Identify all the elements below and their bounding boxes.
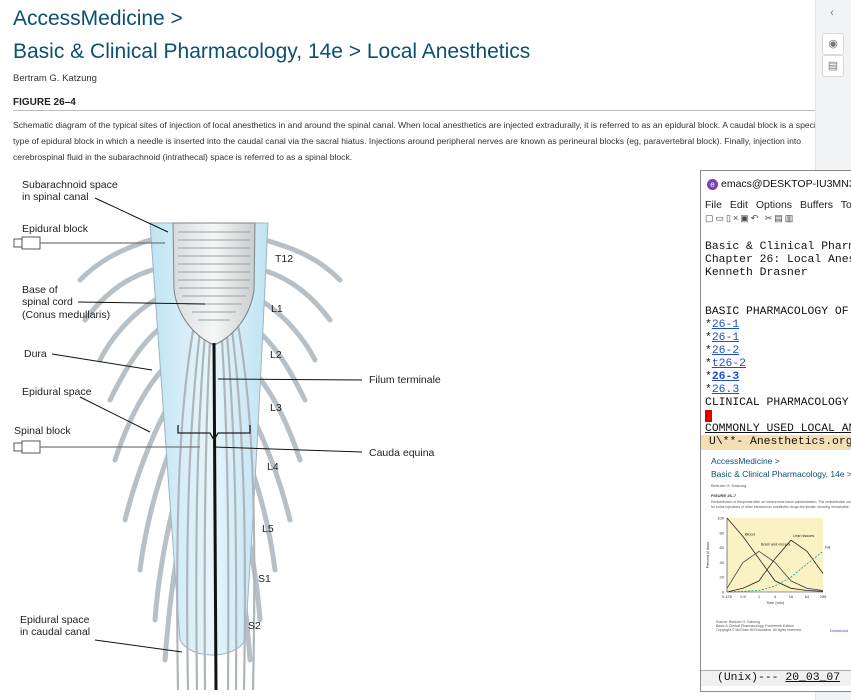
breadcrumb-site[interactable]: AccessMedicine > [13, 7, 183, 31]
notes-icon[interactable]: ▤ [822, 55, 844, 77]
label-l5: L5 [262, 523, 274, 535]
chart-y-tick: 100 [717, 516, 724, 521]
label-epidural-space: Epidural space [22, 386, 92, 398]
link-26-2[interactable]: 26-2 [712, 345, 739, 357]
buffer-line: Kenneth Drasner [705, 267, 808, 279]
label-caudal-1: Epidural space [20, 614, 90, 626]
redistribution-chart: 0204060801000.125 0.5 1 4 16 64 256Time (min)P… [706, 516, 831, 606]
thumb-download-link[interactable]: Download [830, 628, 848, 633]
link-26-1b[interactable]: 26-1 [712, 332, 739, 344]
link-t26-2[interactable]: t26-2 [712, 358, 746, 370]
thumb-figure-label: FIGURE 26–7 [711, 493, 737, 498]
link-26-3b[interactable]: 26.3 [712, 384, 739, 396]
chart-y-label: Percent of dose [706, 542, 710, 569]
thumb-crumb1[interactable]: AccessMedicine > [711, 456, 780, 466]
epidural-needle [13, 236, 165, 250]
text-cursor [705, 410, 712, 422]
menu-edit[interactable]: Edit [730, 199, 748, 211]
chart-series-label: Blood [745, 533, 755, 537]
thumb-caption: Redistribution of thiopental after an in… [711, 500, 851, 509]
spinal-canal-illustration: Subarachnoid space in spinal canal Epidu… [13, 179, 441, 691]
article-page: AccessMedicine > Basic & Clinical Pharma… [0, 0, 822, 700]
spinal-anesthesia-figure: Subarachnoid space in spinal canal Epidu… [0, 168, 700, 700]
buffer-line: Chapter 26: Local Anesthetics [705, 254, 851, 266]
chart-series-label: Lean tissues [793, 534, 814, 538]
chart-y-tick: 40 [720, 560, 725, 565]
label-filum: Filum terminale [369, 374, 441, 386]
chart-x-label: Time (min) [766, 601, 785, 605]
link-26-3[interactable]: 26-3 [712, 371, 739, 383]
bullet: * [705, 358, 712, 370]
emacs-bottom-modeline: (Unix)--- 20_03_07 [701, 670, 851, 686]
emacs-titlebar[interactable]: e emacs@DESKTOP-IU3MN34 [701, 171, 851, 197]
label-l1: L1 [271, 303, 283, 315]
label-dura: Dura [24, 348, 47, 360]
collapse-chevron-icon[interactable]: ‹ [822, 3, 842, 23]
emacs-menubar: File Edit Options Buffers Tools [701, 197, 851, 213]
label-t12: T12 [275, 253, 293, 265]
buffer-line: CLINICAL PHARMACOLOGY OF [705, 397, 851, 409]
label-epidural-block: Epidural block [22, 223, 89, 235]
buffer-line: BASIC PHARMACOLOGY OF LOCAL [705, 306, 851, 318]
divider [13, 110, 821, 111]
menu-buffers[interactable]: Buffers [800, 199, 833, 211]
label-subarachnoid-2: in spinal canal [22, 191, 89, 203]
chart-x-tick: 16 [789, 594, 794, 599]
menu-options[interactable]: Options [756, 199, 792, 211]
chart-x-tick: 64 [805, 594, 810, 599]
label-l2: L2 [270, 349, 282, 361]
thumb-author: Bertram G. Katzung [711, 483, 747, 488]
menu-tools[interactable]: Tools [841, 199, 851, 211]
label-s2: S2 [248, 620, 261, 632]
emacs-logo-icon: e [707, 178, 718, 190]
emacs-buffer[interactable]: Basic & Clinical Pharmacology Chapter 26… [701, 227, 851, 435]
chart-x-tick: 0.5 [740, 594, 746, 599]
embedded-page-preview: AccessMedicine > Basic & Clinical Pharma… [701, 450, 851, 670]
chart-x-tick: 4 [774, 594, 777, 599]
bullet: * [705, 384, 712, 396]
label-subarachnoid-1: Subarachnoid space [22, 179, 118, 191]
label-caudal-2: in caudal canal [20, 626, 90, 638]
emacs-toolbar-icons[interactable]: ▢▭▯×▣↶ ✂▤▥ [701, 213, 851, 228]
link-26-1[interactable]: 26-1 [712, 319, 739, 331]
figure-label: FIGURE 26–4 [13, 97, 76, 108]
emacs-modeline: U\**- Anesthetics.org [701, 435, 851, 450]
figure-caption: Schematic diagram of the typical sites o… [13, 120, 822, 162]
chart-x-tick: 0.125 [722, 594, 733, 599]
emacs-title: emacs@DESKTOP-IU3MN34 [721, 178, 851, 190]
bullet: * [705, 332, 712, 344]
eye-icon[interactable]: ◉ [822, 33, 844, 55]
chart-series-label: Fat [825, 545, 831, 549]
label-base-2: spinal cord [22, 296, 73, 308]
label-base-1: Base of [22, 284, 58, 296]
menu-file[interactable]: File [705, 199, 722, 211]
bullet: * [705, 371, 712, 383]
chart-y-tick: 80 [720, 530, 725, 535]
thumb-source: Source: Bertram G. Katzung Basic & Clinic… [716, 620, 802, 632]
author-name: Bertram G. Katzung [13, 73, 97, 84]
bullet: * [705, 319, 712, 331]
label-spinal-block: Spinal block [14, 425, 71, 437]
label-base-3: (Conus medullaris) [22, 309, 110, 321]
label-l4: L4 [267, 461, 279, 473]
chart-y-tick: 60 [720, 545, 725, 550]
label-s1: S1 [258, 573, 271, 585]
thumb-crumb2[interactable]: Basic & Clinical Pharmacology, 14e > Loc… [711, 469, 851, 479]
label-cauda: Cauda equina [369, 447, 435, 459]
buffer-line: Basic & Clinical Pharmacology [705, 241, 851, 253]
label-l3: L3 [270, 402, 282, 414]
breadcrumb-book-chapter[interactable]: Basic & Clinical Pharmacology, 14e > Loc… [13, 40, 530, 64]
emacs-window[interactable]: e emacs@DESKTOP-IU3MN34 File Edit Options… [700, 170, 851, 692]
bullet: * [705, 345, 712, 357]
chart-x-tick: 1 [758, 594, 761, 599]
chart-y-tick: 20 [720, 575, 725, 580]
chart-x-tick: 256 [820, 594, 827, 599]
